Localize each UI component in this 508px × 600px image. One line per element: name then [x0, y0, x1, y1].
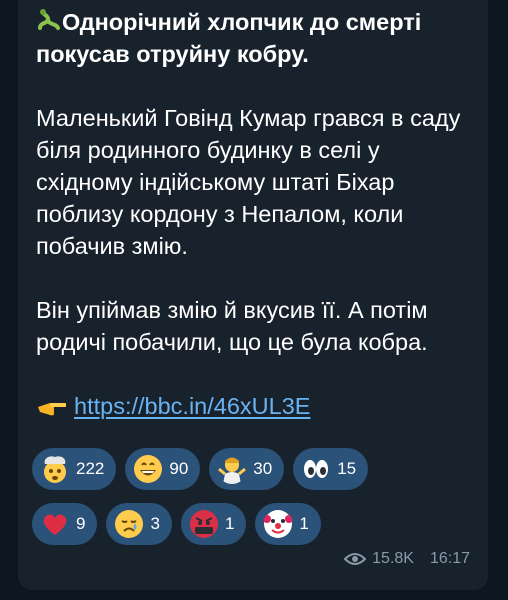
cursing-face-icon: [189, 509, 219, 539]
message-paragraph-2: Він упіймав змію й вкусив її. А потім ро…: [36, 297, 428, 355]
pointing-hand-icon: [38, 403, 66, 416]
crying-face-icon: [114, 509, 144, 539]
reaction-exploding-head[interactable]: 222: [32, 448, 117, 490]
reaction-grinning-face[interactable]: 90: [125, 448, 201, 490]
reaction-count: 1: [299, 514, 309, 533]
reaction-count: 15: [337, 459, 357, 478]
reaction-count: 90: [169, 459, 189, 478]
message-text: Однорічний хлопчик до смерті покусав отр…: [36, 6, 472, 358]
reaction-count: 9: [76, 514, 86, 533]
message-title: Однорічний хлопчик до смерті покусав отр…: [36, 6, 472, 70]
reaction-count: 3: [150, 514, 160, 533]
reaction-cursing-face[interactable]: 1: [180, 503, 247, 545]
reactions-row-2: 9 3 1 1: [32, 503, 472, 545]
views-count: 15.8K: [372, 550, 414, 567]
reaction-shrug[interactable]: 30: [209, 448, 285, 490]
snake-icon: [38, 9, 60, 30]
message-time: 16:17: [429, 550, 470, 567]
grinning-face-icon: [133, 454, 163, 484]
eye-icon: [344, 553, 367, 565]
chat-background-strip: [0, 590, 508, 600]
message-bubble: Однорічний хлопчик до смерті покусав отр…: [18, 0, 488, 590]
link-row: https://bbc.in/46xUL3E: [36, 390, 472, 422]
message-meta: 15.8K 16:17: [344, 550, 470, 568]
message-link[interactable]: https://bbc.in/46xUL3E: [74, 390, 310, 422]
reactions-panel: 222 90 30 15 9 3 1 1: [32, 448, 472, 558]
reaction-count: 1: [224, 514, 235, 533]
shrug-person-icon: [217, 454, 247, 484]
reaction-count: 222: [76, 459, 105, 478]
reaction-crying-face[interactable]: 3: [106, 503, 172, 545]
eyes-icon: [301, 454, 331, 484]
red-heart-icon: [40, 509, 70, 539]
reactions-row-1: 222 90 30 15: [32, 448, 472, 490]
reaction-count: 30: [253, 459, 273, 478]
reaction-red-heart[interactable]: 9: [32, 503, 98, 545]
clown-face-icon: [263, 509, 294, 539]
reaction-clown-face[interactable]: 1: [255, 503, 321, 545]
message-title-text: Однорічний хлопчик до смерті покусав отр…: [36, 9, 422, 67]
reaction-eyes[interactable]: 15: [293, 448, 369, 490]
exploding-head-icon: [40, 454, 70, 484]
message-paragraph-1: Маленький Говінд Кумар грався в саду біл…: [36, 105, 461, 259]
